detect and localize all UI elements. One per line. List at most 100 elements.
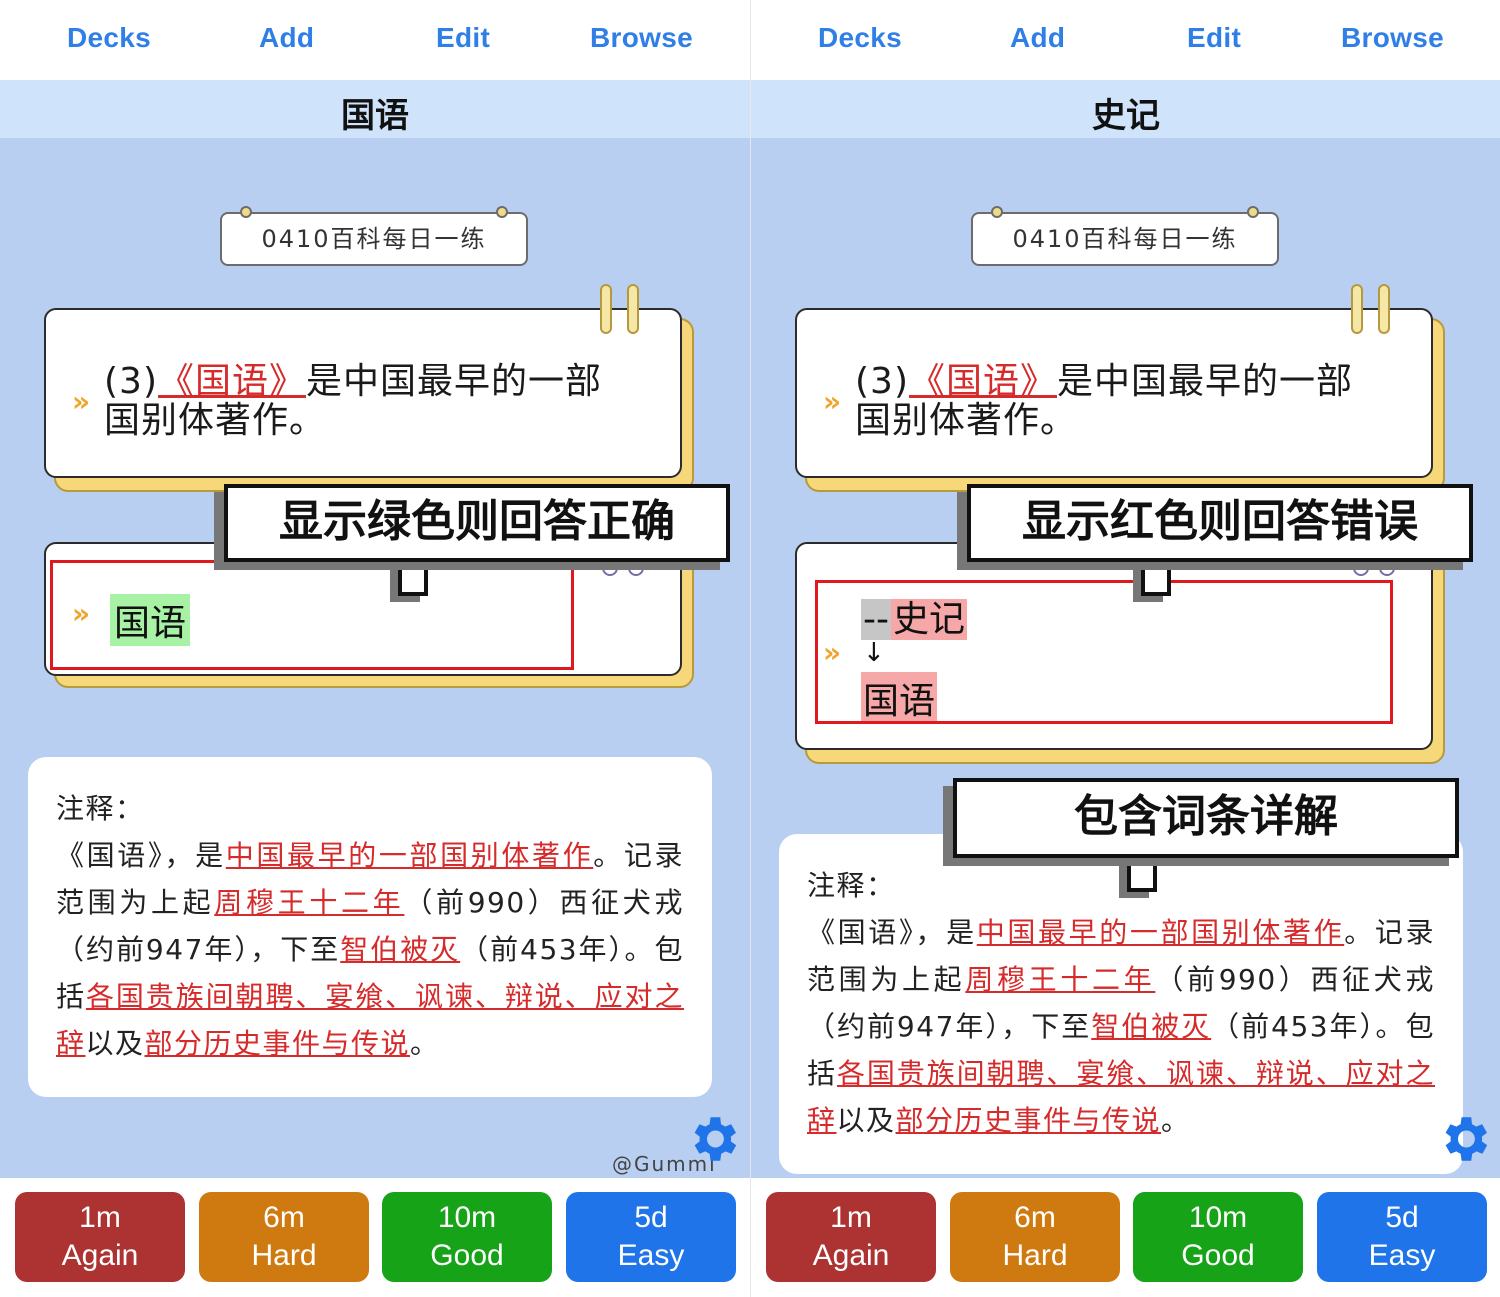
ring-hole-icon <box>1353 560 1369 576</box>
left-review-screen: Decks Add Edit Browse 国语 0410百科每日一练 » (3… <box>0 0 750 1297</box>
note-highlight: 智伯被灭 <box>1091 1010 1212 1043</box>
good-button[interactable]: 10m Good <box>1133 1192 1303 1282</box>
top-nav: Decks Add Edit Browse <box>751 0 1500 81</box>
nav-add[interactable]: Add <box>259 22 314 54</box>
deck-tag-label: 0410百科每日一练 <box>261 225 487 253</box>
note-span: 以及 <box>85 1027 145 1060</box>
card-title: 国语 <box>341 96 409 136</box>
note-highlight: 部分历史事件与传说 <box>144 1027 411 1060</box>
btn-label: Hard <box>1002 1239 1068 1272</box>
question-text-2: 国别体著作。 <box>855 400 1078 441</box>
question-number: (3) <box>855 361 909 402</box>
easy-button[interactable]: 5d Easy <box>566 1192 736 1282</box>
note-highlight: 周穆王十二年 <box>965 963 1156 996</box>
btn-label: Hard <box>251 1239 317 1272</box>
btn-label: Again <box>61 1239 139 1272</box>
note-highlight: 部分历史事件与传说 <box>895 1104 1162 1137</box>
deck-title-bar: 国语 <box>0 80 750 138</box>
hard-button[interactable]: 6m Hard <box>199 1192 369 1282</box>
highlight-frame <box>815 580 1393 724</box>
btn-time: 10m <box>437 1201 497 1234</box>
btn-time: 5d <box>634 1201 668 1234</box>
tag-pin-icon <box>1247 206 1259 218</box>
nav-decks[interactable]: Decks <box>818 22 902 54</box>
question-text-1: 是中国最早的一部 <box>1057 361 1354 402</box>
note-label: 注释： <box>56 792 145 825</box>
question-text-1: 是中国最早的一部 <box>306 361 603 402</box>
question-number: (3) <box>104 361 158 402</box>
answer-buttons: 1m Again 6m Hard 10m Good 5d Easy <box>751 1178 1500 1297</box>
again-button[interactable]: 1m Again <box>15 1192 185 1282</box>
top-nav: Decks Add Edit Browse <box>0 0 750 81</box>
note-span: 《国语》，是 <box>56 839 226 872</box>
question-highlight: 《国语》 <box>158 361 307 402</box>
callout-wrong: 显示红色则回答错误 <box>967 484 1473 562</box>
chevron-right-icon: » <box>72 385 91 418</box>
note-card: 注释： 《国语》，是中国最早的一部国别体著作。记录范围为上起周穆王十二年（前99… <box>779 834 1463 1174</box>
ring-hole-icon <box>628 560 644 576</box>
btn-label: Easy <box>617 1239 685 1272</box>
callout-tail <box>1141 556 1171 596</box>
callout-detail: 包含词条详解 <box>953 778 1459 858</box>
binder-ring-icon <box>600 284 612 334</box>
btn-time: 5d <box>1385 1201 1419 1234</box>
btn-time: 1m <box>830 1201 872 1234</box>
callout-tail <box>398 556 428 596</box>
good-button[interactable]: 10m Good <box>382 1192 552 1282</box>
nav-decks[interactable]: Decks <box>67 22 151 54</box>
binder-ring-icon <box>627 284 639 334</box>
question-text: (3)《国语》是中国最早的一部 国别体著作。 <box>855 362 1415 440</box>
question-card: » (3)《国语》是中国最早的一部 国别体著作。 <box>795 308 1433 478</box>
deck-tag: 0410百科每日一练 <box>220 206 528 266</box>
tag-pin-icon <box>991 206 1003 218</box>
question-text: (3)《国语》是中国最早的一部 国别体著作。 <box>104 362 664 440</box>
btn-time: 6m <box>263 1201 305 1234</box>
btn-label: Good <box>1181 1239 1255 1272</box>
card-title: 史记 <box>1092 96 1160 136</box>
note-text: 注释： 《国语》，是中国最早的一部国别体著作。记录范围为上起周穆王十二年（前99… <box>56 785 684 1067</box>
right-review-screen: Decks Add Edit Browse 史记 0410百科每日一练 » (3… <box>750 0 1500 1297</box>
note-span: 以及 <box>836 1104 896 1137</box>
btn-label: Again <box>812 1239 890 1272</box>
gear-icon[interactable] <box>684 1110 742 1168</box>
nav-edit[interactable]: Edit <box>1187 22 1241 54</box>
note-text: 注释： 《国语》，是中国最早的一部国别体著作。记录范围为上起周穆王十二年（前99… <box>807 862 1435 1144</box>
answer-buttons: 1m Again 6m Hard 10m Good 5d Easy <box>0 1178 750 1297</box>
btn-label: Good <box>430 1239 504 1272</box>
nav-browse[interactable]: Browse <box>1341 22 1444 54</box>
ring-hole-icon <box>602 560 618 576</box>
nav-browse[interactable]: Browse <box>590 22 693 54</box>
note-highlight: 中国最早的一部国别体著作 <box>225 839 594 872</box>
binder-ring-icon <box>1351 284 1363 334</box>
callout-correct: 显示绿色则回答正确 <box>224 484 730 562</box>
callout-tail <box>1127 852 1157 892</box>
deck-tag: 0410百科每日一练 <box>971 206 1279 266</box>
nav-edit[interactable]: Edit <box>436 22 490 54</box>
question-highlight: 《国语》 <box>909 361 1058 402</box>
nav-add[interactable]: Add <box>1010 22 1065 54</box>
tag-pin-icon <box>496 206 508 218</box>
hard-button[interactable]: 6m Hard <box>950 1192 1120 1282</box>
question-text-2: 国别体著作。 <box>104 400 327 441</box>
ring-hole-icon <box>1379 560 1395 576</box>
note-highlight: 周穆王十二年 <box>214 886 405 919</box>
note-label: 注释： <box>807 869 896 902</box>
btn-time: 1m <box>79 1201 121 1234</box>
easy-button[interactable]: 5d Easy <box>1317 1192 1487 1282</box>
chevron-right-icon: » <box>823 385 842 418</box>
binder-ring-icon <box>1378 284 1390 334</box>
highlight-frame <box>50 560 574 670</box>
note-card: 注释： 《国语》，是中国最早的一部国别体著作。记录范围为上起周穆王十二年（前99… <box>28 757 712 1097</box>
gear-icon[interactable] <box>1435 1110 1493 1168</box>
note-span: 。 <box>1161 1104 1191 1137</box>
question-card: » (3)《国语》是中国最早的一部 国别体著作。 <box>44 308 682 478</box>
note-span: 《国语》，是 <box>807 916 977 949</box>
btn-label: Easy <box>1368 1239 1436 1272</box>
note-span: 。 <box>410 1027 440 1060</box>
deck-title-bar: 史记 <box>751 80 1500 138</box>
tag-pin-icon <box>240 206 252 218</box>
btn-time: 10m <box>1188 1201 1248 1234</box>
deck-tag-label: 0410百科每日一练 <box>1012 225 1238 253</box>
again-button[interactable]: 1m Again <box>766 1192 936 1282</box>
btn-time: 6m <box>1014 1201 1056 1234</box>
